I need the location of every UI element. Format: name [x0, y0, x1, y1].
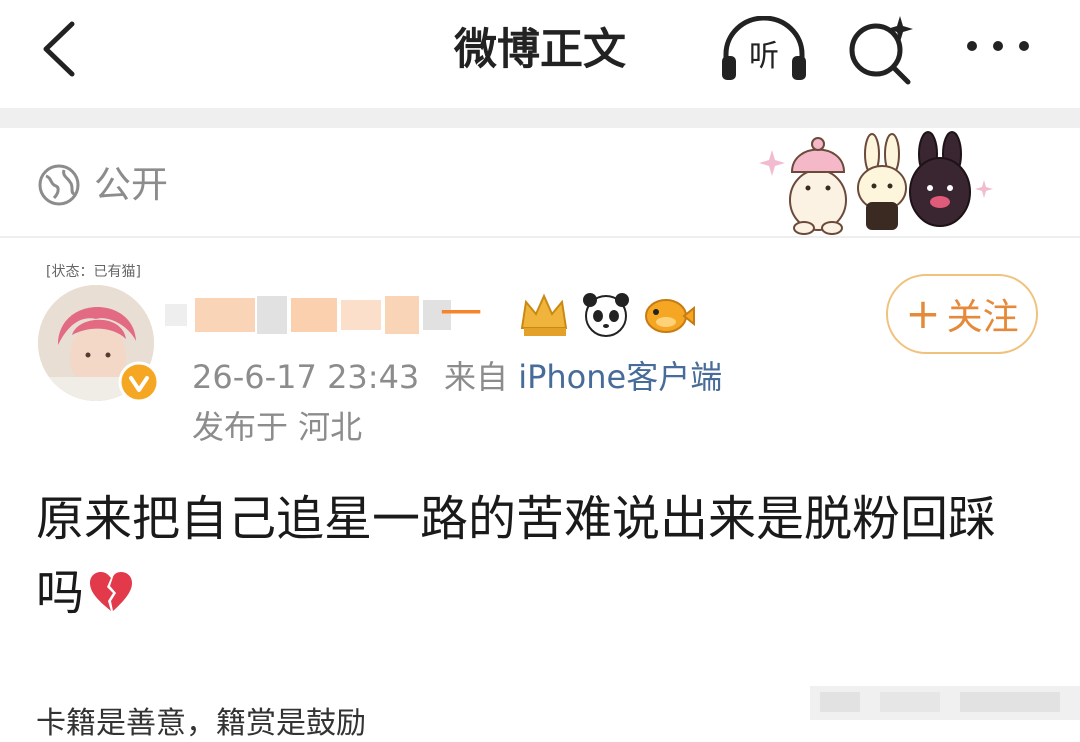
- pufferfish-icon: [645, 299, 695, 333]
- post-time: 26-6-17 23:43: [192, 358, 420, 396]
- follow-label: 关注: [946, 297, 1019, 338]
- post-source: 来自 iPhone客户端: [444, 355, 722, 399]
- search-button[interactable]: [846, 12, 918, 86]
- more-dots-icon: [967, 41, 1029, 51]
- crown-badge-icon: [520, 293, 568, 336]
- listen-label: 听: [749, 39, 779, 74]
- verified-badge-icon: [118, 361, 160, 403]
- back-button[interactable]: [34, 14, 94, 84]
- broken-heart-icon: [90, 572, 133, 611]
- panda-icon: [583, 293, 629, 337]
- section-separator: [0, 108, 1080, 128]
- more-button[interactable]: [962, 22, 1034, 70]
- listen-button[interactable]: 听: [716, 15, 812, 86]
- redacted-area: [810, 678, 1080, 720]
- post-text: 原来把自己追星一路的苦难说出来是脱粉回踩吗: [36, 491, 997, 621]
- divider: [0, 236, 1080, 238]
- source-prefix: 来自: [444, 358, 509, 396]
- user-badges: [516, 288, 696, 340]
- source-link[interactable]: iPhone客户端: [518, 358, 722, 396]
- post-content: 原来把自己追星一路的苦难说出来是脱粉回踩吗: [36, 482, 1036, 630]
- status-tag: [状态：已有猫]: [46, 264, 141, 280]
- post-location: 发布于 河北: [192, 408, 363, 446]
- footer-text: 卡籍是善意，籍赏是鼓励: [36, 706, 366, 741]
- visibility-label: 公开: [94, 163, 168, 206]
- follow-button[interactable]: + 关注: [886, 274, 1038, 354]
- headphones-icon: 听: [722, 15, 806, 80]
- globe-icon: [38, 164, 80, 206]
- plus-icon: +: [905, 289, 941, 338]
- search-sparkle-icon: [849, 16, 913, 85]
- plush-decoration-image: [752, 128, 1002, 236]
- username-visible[interactable]: 一: [440, 286, 482, 342]
- page-title: 微博正文: [454, 25, 626, 75]
- chevron-left-icon: [43, 21, 75, 77]
